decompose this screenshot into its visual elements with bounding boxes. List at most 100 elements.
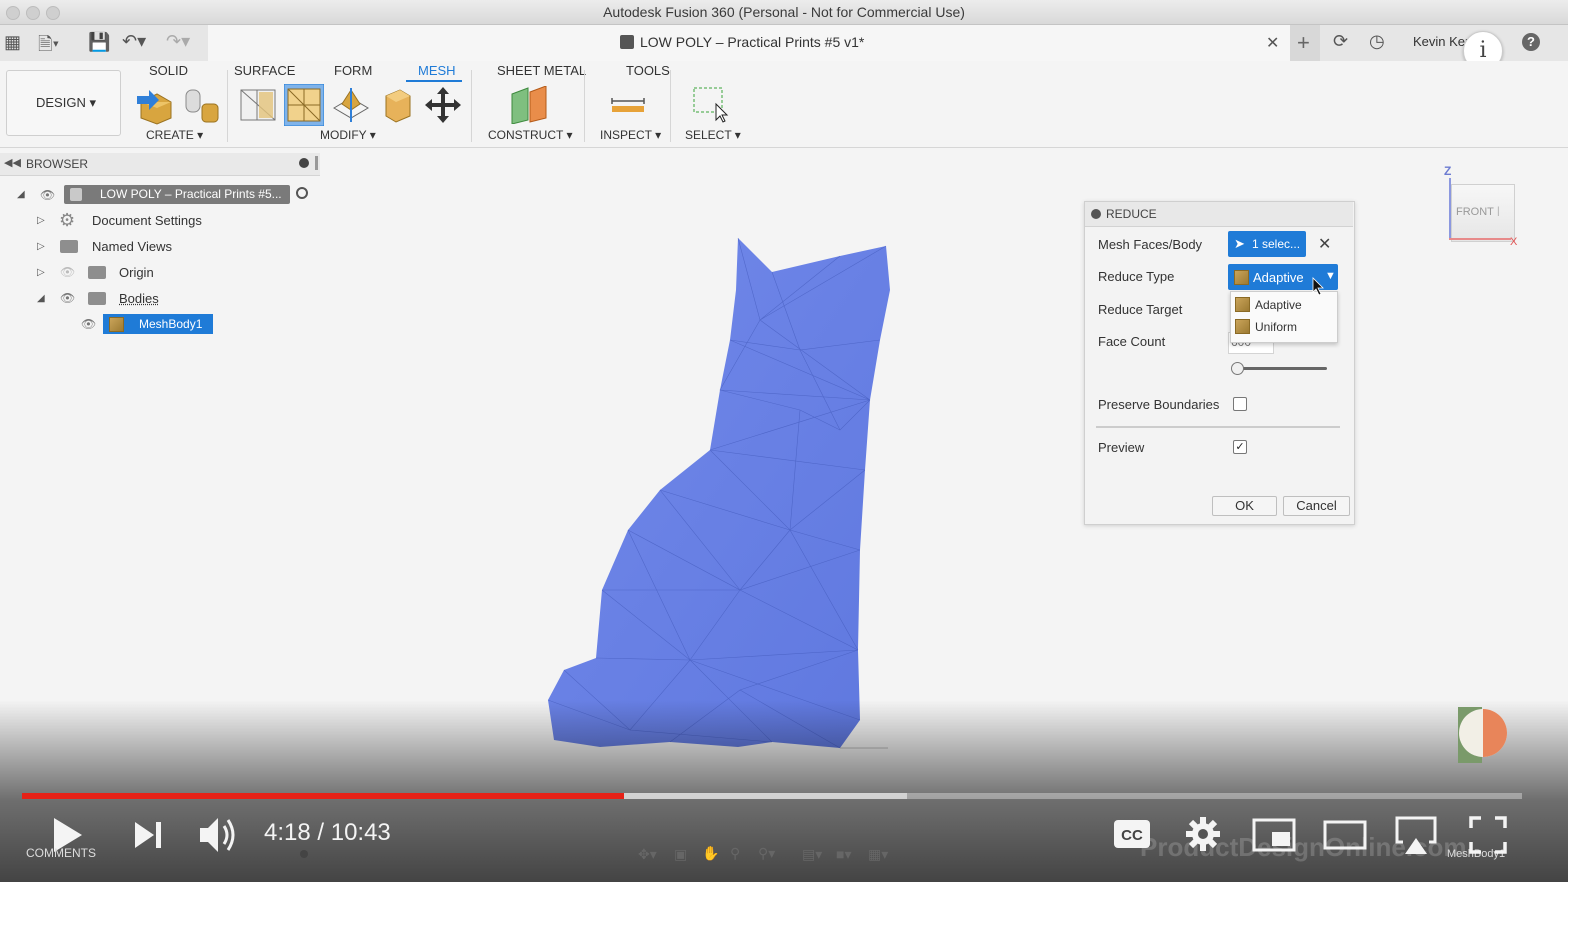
volume-icon[interactable] [196,814,240,856]
workspace-name: DESIGN [36,95,86,110]
fit-icon[interactable]: ⚲▾ [758,845,775,862]
select-group-label[interactable]: SELECT ▾ [685,128,741,142]
cancel-button[interactable]: Cancel [1283,496,1350,516]
panel-divider [1096,426,1340,428]
modify-group-label[interactable]: MODIFY ▾ [320,128,376,142]
select-label: SELECT [685,128,732,142]
miniplayer-icon[interactable] [1252,818,1296,852]
expand-origin-icon[interactable]: ▷ [37,267,45,278]
tab-sheet-metal[interactable]: SHEET METAL [497,63,586,78]
chevron-down-icon: ▼ [1325,270,1336,282]
visibility-eye-icon[interactable]: 👁 [60,291,75,305]
insert-mesh-icon[interactable] [135,86,175,126]
played-progress [22,793,624,799]
activate-radio-icon[interactable] [296,187,308,199]
settings-gear-icon[interactable] [1185,816,1221,852]
viewports-icon[interactable]: ▦▾ [868,846,888,863]
preview-checkbox[interactable]: ✓ [1233,440,1247,454]
tree-item-bodies[interactable]: Bodies [119,291,159,306]
face-count-slider[interactable] [1233,367,1327,370]
measure-icon[interactable] [610,94,646,116]
fullscreen-icon[interactable] [1469,816,1507,854]
create-label: CREATE [146,128,194,142]
help-icon[interactable]: ? [1522,33,1540,51]
close-tab-icon[interactable]: ✕ [1266,33,1279,53]
clear-selection-icon[interactable]: ✕ [1318,234,1331,254]
tab-form[interactable]: FORM [334,63,372,78]
mouse-cursor-icon [1312,277,1324,296]
app-grid-icon[interactable]: ▦ [4,32,21,53]
visibility-eye-icon[interactable]: 👁 [40,188,55,202]
reduce-title: REDUCE [1106,207,1157,221]
preserve-boundaries-checkbox[interactable] [1233,397,1247,411]
theater-mode-icon[interactable] [1323,818,1367,852]
visibility-eye-icon[interactable]: 👁 [81,317,96,331]
create-mesh-body-icon[interactable] [182,86,222,126]
pan-icon[interactable]: ✋ [702,845,719,862]
expand-root-icon[interactable]: ◢ [17,189,25,200]
document-title: LOW POLY – Practical Prints #5 v1* [640,34,865,50]
viewcube-right-label: | [1497,206,1500,217]
tab-mesh[interactable]: MESH [418,63,456,78]
reduce-icon[interactable] [284,84,324,126]
remesh-icon[interactable] [239,86,277,124]
page-background [0,882,1590,926]
channel-logo-icon[interactable] [1458,707,1508,763]
tree-item-origin[interactable]: Origin [119,265,154,280]
look-at-icon[interactable]: ▣ [674,846,687,863]
file-menu-icon[interactable]: 🗎▾ [38,32,59,62]
divider [584,70,585,142]
collapse-browser-icon[interactable]: ◀◀ [4,156,21,169]
grid-snaps-icon[interactable]: ■▾ [836,846,851,863]
collapse-bodies-icon[interactable]: ◢ [37,293,45,304]
undo-icon[interactable]: ↶▾ [122,31,146,52]
browser-options-icon[interactable] [299,158,309,168]
ok-button[interactable]: OK [1212,496,1277,516]
reduce-type-value: Adaptive [1253,270,1304,285]
comments-toggle-icon[interactable] [300,850,308,858]
create-group-label[interactable]: CREATE ▾ [146,128,203,142]
user-name[interactable]: Kevin Ker [1413,34,1469,49]
divider [670,70,671,142]
tree-item-named-views[interactable]: Named Views [92,239,172,254]
mesh-solid-icon[interactable] [382,86,412,124]
tab-tools[interactable]: TOOLS [626,63,670,78]
zoom-icon[interactable]: ⚲ [730,845,740,862]
select-box-icon[interactable] [692,86,730,124]
slider-handle[interactable] [1231,362,1244,375]
redo-icon[interactable]: ↷▾ [166,31,190,52]
extensions-icon[interactable]: ⟳ [1333,31,1348,52]
inspect-label: INSPECT [600,128,652,142]
expand-document-settings-icon[interactable]: ▷ [37,215,45,226]
gear-icon: ⚙ [59,210,76,230]
construct-group-label[interactable]: CONSTRUCT ▾ [488,128,572,142]
plane-cut-icon[interactable] [332,86,370,124]
option-uniform[interactable]: Uniform [1255,320,1297,334]
cursor-arrow-icon: ➤ [1234,236,1245,251]
browser-title: BROWSER [26,157,89,171]
airplay-icon[interactable] [1393,814,1439,856]
hidden-eye-icon[interactable]: 👁 [60,265,75,279]
inspect-group-label[interactable]: INSPECT ▾ [600,128,661,142]
comments-label: COMMENTS [26,846,96,860]
orbit-icon[interactable]: ✥▾ [638,846,657,863]
display-settings-icon[interactable]: ▤▾ [802,846,822,863]
plus-icon: + [1297,30,1310,55]
move-copy-icon[interactable] [424,86,462,124]
construct-plane-icon[interactable] [510,86,550,124]
job-status-icon[interactable]: ◷ [1369,31,1385,52]
tab-solid[interactable]: SOLID [149,63,188,78]
cat-mesh-model[interactable] [540,230,900,755]
next-video-icon[interactable] [132,820,164,850]
collapse-dialog-icon[interactable] [1091,209,1101,219]
tree-item-document-settings[interactable]: Document Settings [92,213,202,228]
expand-named-views-icon[interactable]: ▷ [37,241,45,252]
captions-icon[interactable]: CC [1113,818,1151,850]
option-adaptive[interactable]: Adaptive [1255,298,1302,312]
axis-x-label: X [1510,236,1518,248]
reduce-target-label: Reduce Target [1098,302,1183,317]
browser-pin-icon[interactable] [315,156,318,170]
save-icon[interactable]: 💾 [88,32,110,53]
viewcube-front-label: FRONT [1456,206,1494,218]
tab-surface[interactable]: SURFACE [234,63,295,78]
